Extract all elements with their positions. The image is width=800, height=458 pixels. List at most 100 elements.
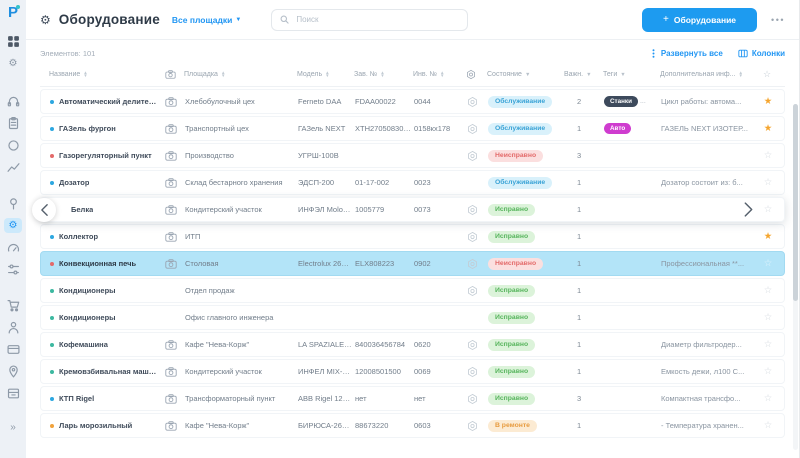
camera-icon [165, 97, 177, 107]
settings-cell[interactable] [459, 312, 485, 324]
serial-number-cell: FDAA00022 [355, 97, 411, 106]
add-equipment-button[interactable]: + Оборудование [642, 8, 757, 32]
filter-icon: ▼ [620, 72, 625, 78]
additional-info-cell: Емкость дежи, л100 С... [661, 367, 755, 376]
table-row[interactable]: Дозатор Склад бестарного хранения ЭДСП-2… [40, 170, 785, 195]
column-header-files[interactable]: Важн.▼ [564, 71, 600, 78]
favorite-star[interactable]: ☆ [758, 313, 778, 323]
sidebar-item-location[interactable] [4, 196, 22, 211]
table-row[interactable]: Газорегуляторный пункт Производство УГРШ… [40, 143, 785, 168]
settings-cell[interactable] [459, 204, 485, 216]
settings-cell[interactable] [459, 150, 485, 162]
settings-cell[interactable] [459, 339, 485, 351]
favorite-star[interactable]: ☆ [758, 259, 778, 269]
status-dot [50, 343, 54, 347]
sidebar-item-widgets[interactable]: ⚙ [4, 56, 22, 71]
favorite-star[interactable]: ☆ [758, 367, 778, 377]
table-row[interactable]: ГАЗель фургон Транспортный цех ГАЗель NE… [40, 116, 785, 141]
site-scope-dropdown[interactable]: Все площадки ▼ [172, 15, 241, 25]
settings-cell[interactable] [459, 231, 485, 243]
sidebar-item-tasks[interactable] [4, 116, 22, 131]
settings-cell[interactable] [459, 177, 485, 189]
column-header-info[interactable]: Дополнительная инф...▲▼ [660, 71, 754, 78]
expand-all-button[interactable]: Развернуть все [650, 49, 723, 58]
app-logo[interactable]: P [8, 5, 18, 20]
favorite-star[interactable]: ★ [758, 232, 778, 242]
photo-cell [160, 394, 182, 404]
model-cell: ИНФЕЛ MIX-100 [298, 367, 352, 376]
sidebar-item-equipment[interactable]: ⚙ [4, 218, 22, 233]
settings-cell[interactable] [459, 420, 485, 432]
carousel-prev-button[interactable] [32, 198, 56, 222]
content-area: Элементов: 101 Развернуть все Колонки На… [26, 40, 799, 458]
sidebar-item-card[interactable] [4, 342, 22, 357]
inventory-number-cell: 0044 [414, 97, 456, 106]
site-cell: Столовая [185, 259, 295, 268]
favorite-star[interactable]: ☆ [758, 286, 778, 296]
column-header-photo[interactable] [159, 70, 181, 79]
sidebar-item-tuning[interactable] [4, 262, 22, 277]
table-row[interactable]: Белка Кондитерский участок ИНФЭЛ Molot .… [40, 197, 785, 222]
favorite-star[interactable]: ☆ [758, 205, 778, 215]
favorite-star[interactable]: ☆ [758, 394, 778, 404]
sort-icon: ▲▼ [440, 72, 444, 77]
favorite-star[interactable]: ★ [758, 97, 778, 107]
site-cell: Транспортный цех [185, 124, 295, 133]
column-header-serial[interactable]: Зав. №▲▼ [354, 71, 410, 78]
column-header-inventory[interactable]: Инв. №▲▼ [413, 71, 455, 78]
model-cell: ЭДСП-200 [298, 178, 352, 187]
sidebar-item-analytics[interactable] [4, 160, 22, 175]
sidebar-item-status[interactable] [4, 138, 22, 153]
column-header-favorite[interactable]: ☆ [757, 69, 777, 80]
settings-cell[interactable] [459, 285, 485, 297]
settings-cell[interactable] [459, 258, 485, 270]
photo-cell [160, 232, 182, 242]
table-row[interactable]: Кремовзбивальная машина Кондитерский уча… [40, 359, 785, 384]
sidebar-item-collapse[interactable]: » [4, 420, 22, 435]
sidebar-item-map-pin[interactable] [4, 364, 22, 379]
more-actions-button[interactable]: ••• [771, 15, 785, 25]
settings-cell[interactable] [459, 393, 485, 405]
table-row[interactable]: Конвекционная печь Столовая Electrolux 2… [40, 251, 785, 276]
favorite-star[interactable]: ☆ [758, 151, 778, 161]
sidebar-item-cart[interactable] [4, 298, 22, 313]
favorite-star[interactable]: ☆ [758, 421, 778, 431]
favorite-star[interactable]: ★ [758, 124, 778, 134]
search-input[interactable] [294, 14, 459, 25]
settings-cell[interactable] [459, 96, 485, 108]
sidebar-item-staff[interactable] [4, 320, 22, 335]
site-cell: Производство [185, 151, 295, 160]
column-header-tags[interactable]: Теги▼ [603, 71, 657, 78]
nut-icon [467, 339, 478, 351]
tags-cell: Авто [604, 123, 658, 134]
status-badge: Исправно [488, 312, 535, 324]
favorite-star[interactable]: ☆ [758, 340, 778, 350]
table-row[interactable]: Ларь морозильный Кафе "Нева-Корж" БИРЮСА… [40, 413, 785, 438]
carousel-next-button[interactable] [736, 198, 760, 222]
table-row[interactable]: Кондиционеры Отдел продаж Исправно 1 ☆ [40, 278, 785, 303]
column-header-status[interactable]: Состояние▼ [487, 71, 561, 78]
settings-cell[interactable] [459, 366, 485, 378]
sidebar-item-meter[interactable] [4, 240, 22, 255]
equipment-name: Автоматический делитель-округ... [59, 97, 157, 106]
equipment-name: ГАЗель фургон [59, 124, 116, 133]
sidebar-item-dashboard[interactable] [4, 34, 22, 49]
table-row[interactable]: Кофемашина Кафе "Нева-Корж" LA SPAZIALE … [40, 332, 785, 357]
equipment-name: Кофемашина [59, 340, 108, 349]
scrollbar-thumb[interactable] [793, 104, 798, 301]
column-header-name[interactable]: Название▲▼ [40, 71, 156, 78]
column-header-model[interactable]: Модель▲▼ [297, 71, 351, 78]
columns-button[interactable]: Колонки [738, 49, 785, 58]
favorite-star[interactable]: ☆ [758, 178, 778, 188]
column-header-site[interactable]: Площадка▲▼ [184, 71, 294, 78]
sidebar-item-archive[interactable] [4, 386, 22, 401]
table-row[interactable]: Коллектор ИТП Исправно 1 ★ [40, 224, 785, 249]
sidebar-item-support[interactable] [4, 94, 22, 109]
table-row[interactable]: Автоматический делитель-округ... Хлебобу… [40, 89, 785, 114]
column-header-settings[interactable] [458, 69, 484, 80]
table-row[interactable]: Кондиционеры Офис главного инженера Испр… [40, 305, 785, 330]
table-row[interactable]: КТП Rigel Трансформаторный пункт ABB Rig… [40, 386, 785, 411]
equipment-name: Дозатор [59, 178, 89, 187]
settings-cell[interactable] [459, 123, 485, 135]
model-cell: LA SPAZIALE S... [298, 340, 352, 349]
